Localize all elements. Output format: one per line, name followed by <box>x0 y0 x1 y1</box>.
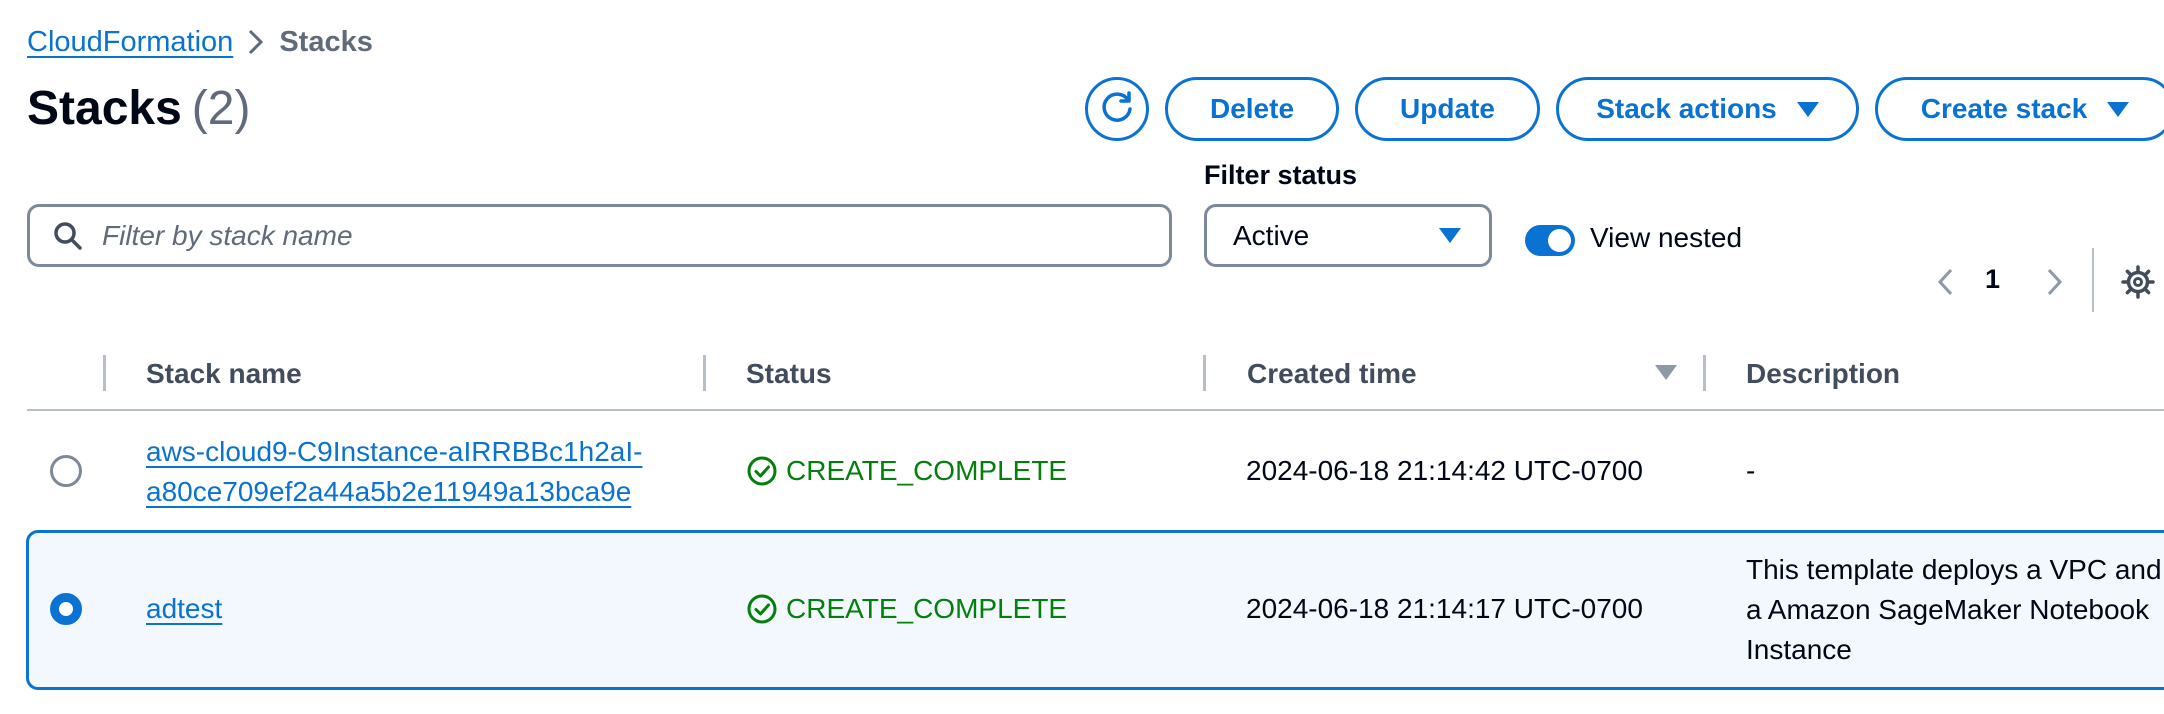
success-check-icon <box>747 456 777 486</box>
stack-actions-button[interactable]: Stack actions <box>1556 77 1859 141</box>
caret-down-icon <box>1439 228 1461 243</box>
stack-actions-button-label: Stack actions <box>1596 93 1777 124</box>
description: - <box>1746 455 1756 486</box>
next-page-button[interactable] <box>2040 262 2070 302</box>
status-text: CREATE_COMPLETE <box>786 593 1068 624</box>
search-placeholder: Filter by stack name <box>102 219 353 251</box>
stack-name-link[interactable]: adtest <box>146 589 222 629</box>
create-stack-button[interactable]: Create stack <box>1875 77 2164 141</box>
table-preferences-button[interactable] <box>2118 262 2158 302</box>
refresh-icon <box>1102 91 1132 122</box>
view-nested-toggle[interactable] <box>1525 225 1575 256</box>
pagination-divider <box>2092 248 2094 312</box>
column-header-stack-name[interactable]: Stack name <box>146 358 302 390</box>
stack-count: (2) <box>191 82 251 135</box>
status-badge: CREATE_COMPLETE <box>746 589 1067 629</box>
delete-button-label: Delete <box>1209 93 1295 124</box>
column-header-status[interactable]: Status <box>746 358 832 390</box>
caret-down-icon <box>1796 101 1819 117</box>
page-title: Stacks (2) <box>27 80 250 138</box>
column-divider[interactable] <box>1203 355 1206 391</box>
status-text: CREATE_COMPLETE <box>786 455 1068 486</box>
breadcrumb-current: Stacks <box>279 25 373 58</box>
stack-name-search-input[interactable]: Filter by stack name <box>27 204 1172 267</box>
gear-icon <box>2121 265 2155 299</box>
current-page-number[interactable]: 1 <box>1985 264 2000 295</box>
create-stack-button-label: Create stack <box>1920 93 2088 124</box>
row-select-radio-checked[interactable] <box>50 593 82 625</box>
stack-name-line[interactable]: a80ce709ef2a44a5b2e11949a13bca9e <box>146 472 642 512</box>
status-badge: CREATE_COMPLETE <box>746 451 1067 491</box>
description-line: Instance <box>1746 634 1852 665</box>
sort-descending-icon[interactable] <box>1655 365 1677 380</box>
chevron-left-icon <box>1937 268 1953 296</box>
created-time: 2024-06-18 21:14:42 UTC-0700 <box>1246 455 1643 486</box>
caret-down-icon <box>2107 101 2130 117</box>
column-divider <box>103 355 106 391</box>
description: This template deploys a VPC and a Amazon… <box>1746 550 2162 670</box>
breadcrumb: CloudFormation Stacks <box>27 22 373 62</box>
row-select-radio[interactable] <box>50 455 82 487</box>
update-button[interactable]: Update <box>1355 77 1540 141</box>
description-line: This template deploys a VPC and <box>1746 554 2162 585</box>
breadcrumb-cloudformation-link[interactable]: CloudFormation <box>27 26 233 59</box>
view-nested-label: View nested <box>1590 222 1743 253</box>
column-divider[interactable] <box>703 355 706 391</box>
search-icon <box>54 221 82 250</box>
column-header-created-time[interactable]: Created time <box>1247 358 1417 390</box>
previous-page-button[interactable] <box>1930 262 1960 302</box>
table-header-divider <box>27 409 2164 411</box>
column-divider[interactable] <box>1703 355 1706 391</box>
column-header-description[interactable]: Description <box>1746 358 1900 390</box>
delete-button[interactable]: Delete <box>1165 77 1339 141</box>
filter-status-label: Filter status <box>1204 160 1358 190</box>
update-button-label: Update <box>1400 93 1495 124</box>
refresh-button[interactable] <box>1085 77 1149 141</box>
success-check-icon <box>747 594 777 624</box>
description-line: a Amazon SageMaker Notebook <box>1746 594 2150 625</box>
stack-name-line[interactable]: aws-cloud9-C9Instance-aIRRBBc1h2aI- <box>146 432 642 472</box>
filter-status-select[interactable]: Active <box>1204 204 1492 267</box>
page-title-text: Stacks <box>27 82 182 135</box>
chevron-right-icon <box>233 22 279 62</box>
chevron-right-icon <box>2047 268 2063 296</box>
filter-status-value: Active <box>1233 219 1310 251</box>
toggle-knob <box>1548 229 1571 252</box>
stack-name-link[interactable]: aws-cloud9-C9Instance-aIRRBBc1h2aI- a80c… <box>146 432 642 512</box>
stack-name-line[interactable]: adtest <box>146 593 222 624</box>
created-time: 2024-06-18 21:14:17 UTC-0700 <box>1246 593 1643 624</box>
